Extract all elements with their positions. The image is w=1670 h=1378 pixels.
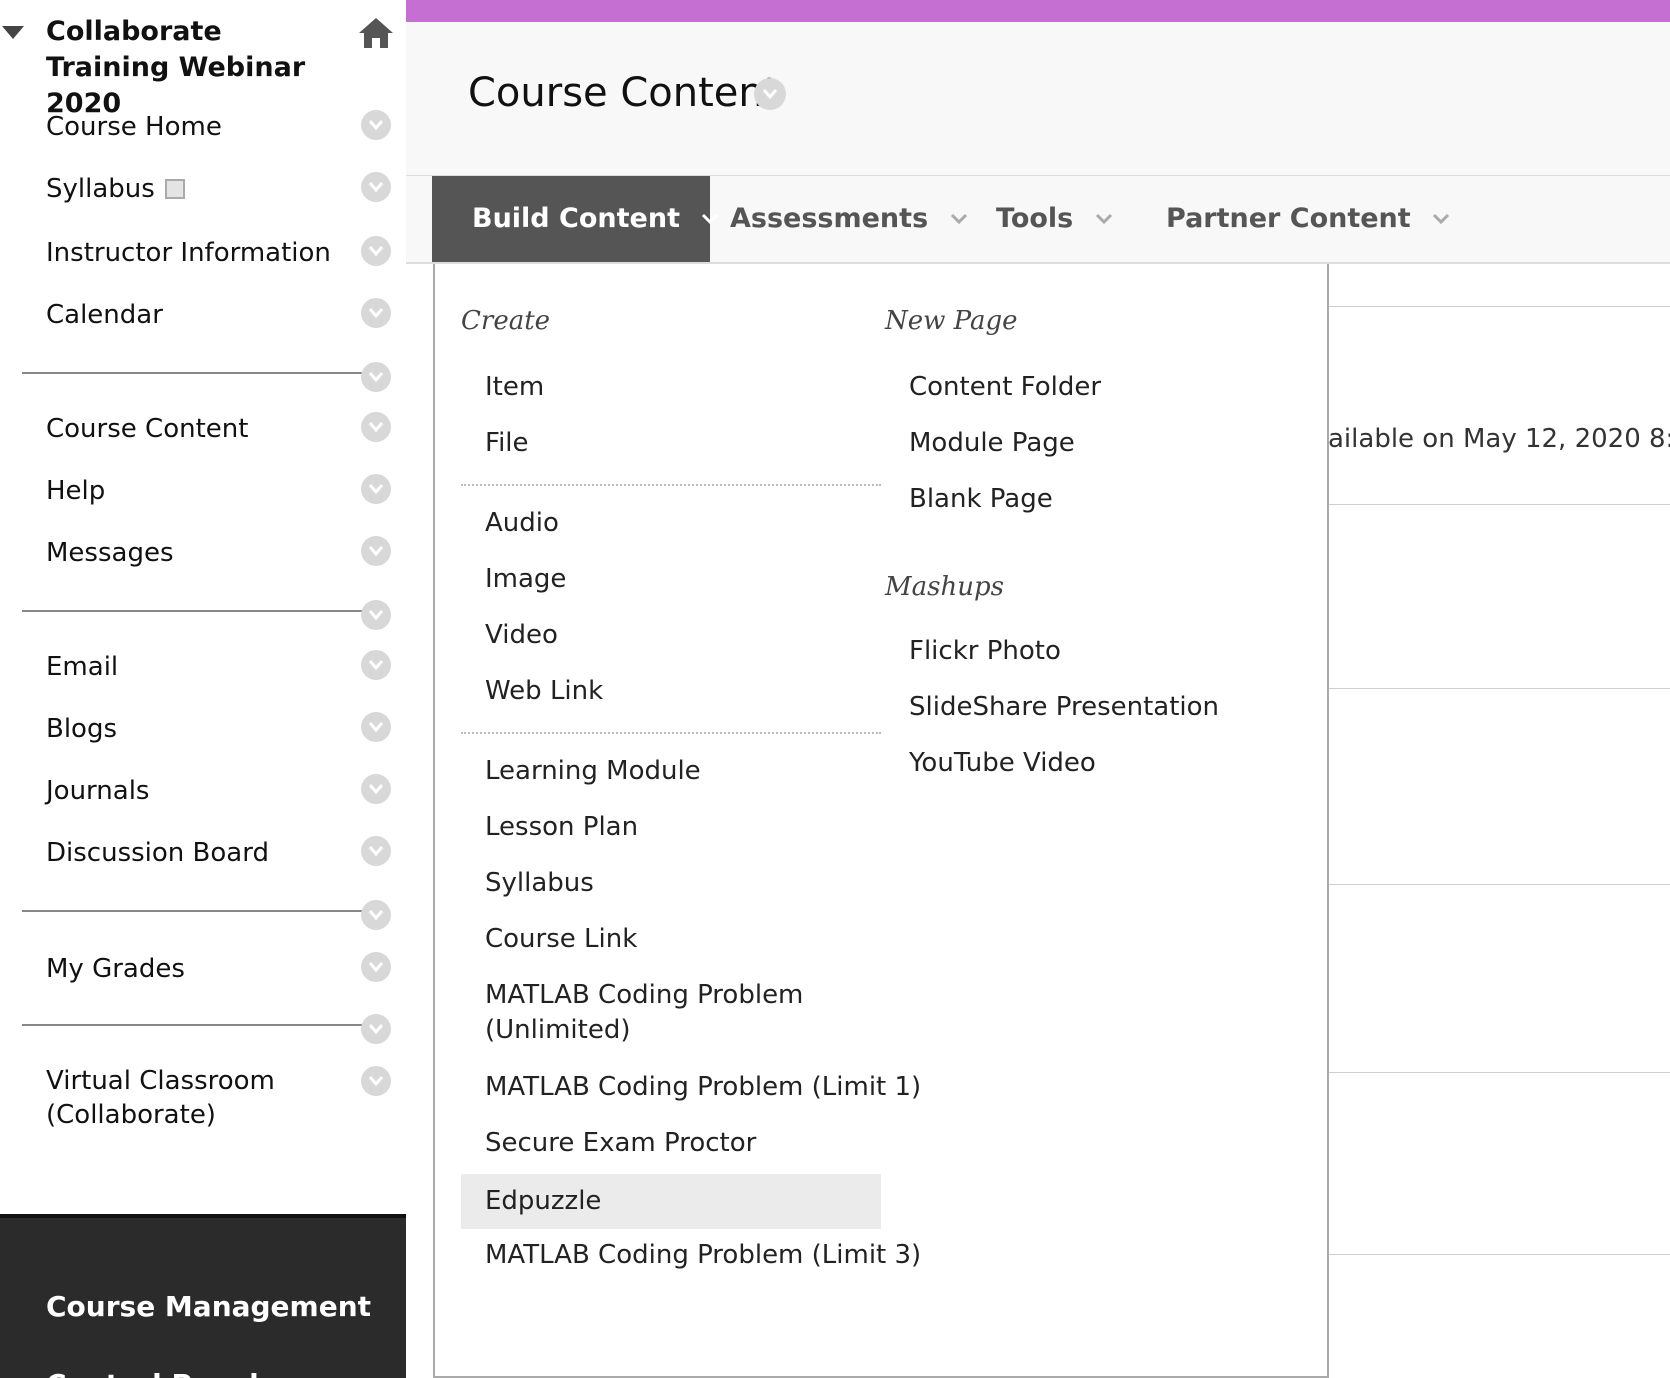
course-management-panel: Course Management Control Panel	[0, 1214, 406, 1378]
sidebar-item-messages[interactable]: Messages	[46, 536, 174, 570]
chevron-down-icon[interactable]	[361, 774, 391, 804]
tab-label: Partner Content	[1166, 203, 1411, 234]
availability-text: ailable on May 12, 2020 8:22	[1328, 424, 1670, 454]
menu-item-file[interactable]: File	[485, 426, 529, 461]
menu-item-matlab-limit-3[interactable]: MATLAB Coding Problem (Limit 3)	[485, 1238, 921, 1273]
course-management-heading: Course Management	[46, 1290, 372, 1323]
menu-item-web-link[interactable]: Web Link	[485, 674, 603, 709]
chevron-down-icon[interactable]	[361, 536, 391, 566]
sidebar-item-syllabus[interactable]: Syllabus	[46, 172, 185, 206]
row-separator	[1286, 688, 1670, 689]
sidebar-item-email[interactable]: Email	[46, 650, 118, 684]
tab-build-content[interactable]: Build Content	[432, 176, 719, 262]
tab-label: Assessments	[730, 203, 929, 234]
menu-item-image[interactable]: Image	[485, 562, 566, 597]
control-panel-link[interactable]: Control Panel	[46, 1368, 259, 1378]
sidebar-item-instructor-information[interactable]: Instructor Information	[46, 236, 331, 270]
row-separator	[1286, 884, 1670, 885]
course-header: Collaborate Training Webinar 2020	[0, 14, 406, 119]
menu-item-matlab-unlimited[interactable]: MATLAB Coding Problem (Unlimited)	[485, 978, 815, 1048]
chevron-down-icon[interactable]	[361, 1066, 391, 1096]
row-separator	[1286, 306, 1670, 307]
menu-item-item[interactable]: Item	[485, 370, 544, 405]
sidebar-item-virtual-classroom[interactable]: Virtual Classroom (Collaborate)	[46, 1064, 346, 1132]
menu-divider	[461, 732, 881, 734]
menu-item-audio[interactable]: Audio	[485, 506, 559, 541]
course-title[interactable]: Collaborate Training Webinar 2020	[46, 14, 336, 122]
create-heading: Create	[461, 306, 551, 336]
menu-item-content-folder[interactable]: Content Folder	[909, 370, 1101, 405]
tab-tools[interactable]: Tools	[996, 176, 1113, 262]
action-bar: Build Content Assessments Tools Partner …	[406, 176, 1670, 264]
tab-assessments[interactable]: Assessments	[730, 176, 968, 262]
menu-item-youtube-video[interactable]: YouTube Video	[909, 746, 1096, 781]
sidebar-item-my-grades[interactable]: My Grades	[46, 952, 185, 986]
sidebar-item-discussion-board[interactable]: Discussion Board	[46, 836, 269, 870]
menu-item-learning-module[interactable]: Learning Module	[485, 754, 701, 789]
accent-top-bar	[406, 0, 1670, 22]
chevron-down-icon[interactable]	[361, 362, 391, 392]
chevron-down-icon[interactable]	[361, 236, 391, 266]
page-title: Course Content	[468, 70, 780, 116]
sidebar-item-course-home[interactable]: Course Home	[46, 110, 222, 144]
home-icon[interactable]	[357, 16, 395, 50]
chevron-down-icon[interactable]	[361, 110, 391, 140]
menu-item-matlab-limit-1[interactable]: MATLAB Coding Problem (Limit 1)	[485, 1070, 921, 1105]
menu-divider	[22, 910, 362, 912]
chevron-down-icon	[1095, 213, 1112, 225]
sidebar-item-course-content[interactable]: Course Content	[46, 412, 248, 446]
menu-divider	[22, 610, 362, 612]
collapse-triangle-icon[interactable]	[2, 26, 24, 39]
hidden-item-icon	[164, 179, 185, 199]
chevron-down-icon[interactable]	[754, 78, 786, 110]
new-page-heading: New Page	[885, 306, 1018, 336]
chevron-down-icon[interactable]	[361, 298, 391, 328]
menu-item-course-link[interactable]: Course Link	[485, 922, 637, 957]
menu-item-edpuzzle[interactable]: Edpuzzle	[461, 1174, 881, 1229]
menu-item-slideshare-presentation[interactable]: SlideShare Presentation	[909, 690, 1219, 725]
chevron-down-icon[interactable]	[361, 474, 391, 504]
chevron-down-icon[interactable]	[361, 600, 391, 630]
mashups-heading: Mashups	[885, 572, 1004, 602]
chevron-down-icon	[950, 213, 967, 225]
sidebar-item-help[interactable]: Help	[46, 474, 105, 508]
sidebar-item-blogs[interactable]: Blogs	[46, 712, 117, 746]
menu-item-lesson-plan[interactable]: Lesson Plan	[485, 810, 638, 845]
sidebar-item-label: Syllabus	[46, 174, 155, 204]
chevron-down-icon	[1433, 213, 1450, 225]
menu-item-video[interactable]: Video	[485, 618, 558, 653]
chevron-down-icon[interactable]	[361, 952, 391, 982]
chevron-down-icon[interactable]	[361, 836, 391, 866]
menu-item-flickr-photo[interactable]: Flickr Photo	[909, 634, 1061, 669]
tab-label: Build Content	[472, 203, 680, 234]
chevron-down-icon[interactable]	[361, 712, 391, 742]
page-header: Course Content	[406, 22, 1670, 176]
row-separator	[1286, 1254, 1670, 1255]
menu-item-module-page[interactable]: Module Page	[909, 426, 1075, 461]
sidebar-item-journals[interactable]: Journals	[46, 774, 149, 808]
menu-item-secure-exam-proctor[interactable]: Secure Exam Proctor	[485, 1126, 756, 1161]
chevron-down-icon[interactable]	[361, 1014, 391, 1044]
sidebar-item-calendar[interactable]: Calendar	[46, 298, 163, 332]
tab-partner-content[interactable]: Partner Content	[1166, 176, 1450, 262]
menu-item-syllabus[interactable]: Syllabus	[485, 866, 594, 901]
chevron-down-icon[interactable]	[361, 650, 391, 680]
chevron-down-icon[interactable]	[361, 172, 391, 202]
menu-divider	[461, 484, 881, 486]
chevron-down-icon	[702, 213, 719, 225]
menu-item-blank-page[interactable]: Blank Page	[909, 482, 1053, 517]
chevron-down-icon[interactable]	[361, 412, 391, 442]
tab-label: Tools	[996, 203, 1074, 234]
chevron-down-icon[interactable]	[361, 900, 391, 930]
row-separator	[1286, 504, 1670, 505]
menu-divider	[22, 1024, 362, 1026]
build-content-menu: Create Item File Audio Image Video Web L…	[433, 264, 1329, 1378]
menu-divider	[22, 372, 362, 374]
course-menu-sidebar: Collaborate Training Webinar 2020 Course…	[0, 0, 406, 1378]
row-separator	[1286, 1072, 1670, 1073]
